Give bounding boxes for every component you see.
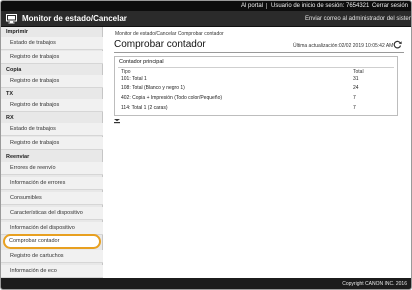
row-type: 101: Total 1: [121, 76, 147, 82]
row-type: 108: Total (Blanco y negro 1): [121, 85, 185, 91]
sidebar-item-device-info[interactable]: Información del dispositivo: [1, 222, 103, 235]
mail-admin-link[interactable]: Enviar correo al administrador del siste…: [305, 15, 411, 23]
user-id: 7654321: [346, 3, 370, 9]
sidebar-item-error-info[interactable]: Información de errores: [1, 177, 103, 190]
browser-frame: Al portal Usuario de inicio de sesión: 7…: [0, 0, 412, 290]
main-counter-panel: Contador principal Tipo Total 101: Total…: [114, 56, 398, 116]
sidebar-heading-copy: Copia: [6, 67, 22, 73]
logout-link[interactable]: Cerrar sesión: [372, 2, 408, 10]
sidebar-item-print-job-status[interactable]: Estado de trabajos: [1, 37, 103, 50]
top-bar: Al portal Usuario de inicio de sesión: 7…: [1, 1, 411, 11]
last-update-label: Última actualización:02/02 2019 10:05:42…: [293, 43, 394, 49]
sidebar: Imprimir Estado de trabajos Registro de …: [1, 27, 103, 278]
sidebar-item-eco-info[interactable]: Información de eco: [1, 265, 103, 278]
table-row: 101: Total 1 31: [118, 75, 394, 83]
user-label: Usuario de inicio de sesión:: [271, 3, 345, 9]
portal-link[interactable]: Al portal: [241, 2, 263, 10]
sidebar-item-rx-job-status[interactable]: Estado de trabajos: [1, 123, 103, 136]
sidebar-item-check-counter[interactable]: Comprobar contador: [3, 234, 101, 249]
back-to-top-icon[interactable]: [114, 119, 120, 124]
main-content: Monitor de estado/Cancelar Comprobar con…: [107, 27, 411, 278]
sidebar-item-forward-errors[interactable]: Errores de reenvío: [1, 162, 103, 175]
page-title: Comprobar contador: [114, 39, 206, 50]
sidebar-item-copy-job-log[interactable]: Registro de trabajos: [1, 75, 103, 88]
monitor-logo-icon: [6, 14, 17, 24]
sidebar-item-device-features[interactable]: Características del dispositivo: [1, 207, 103, 220]
footer: Copyright CANON INC. 2016: [1, 278, 411, 289]
copyright-text: Copyright CANON INC. 2016: [342, 281, 407, 287]
sidebar-heading-rx: RX: [6, 115, 14, 121]
table-row: 402: Copia + Impresión (Todo color/Peque…: [118, 94, 394, 102]
sidebar-heading-forward: Reenviar: [6, 154, 30, 160]
sidebar-item-consumables[interactable]: Consumibles: [1, 192, 103, 205]
row-total: 7: [353, 95, 356, 101]
sidebar-heading-print: Imprimir: [6, 29, 29, 35]
top-separator: [266, 3, 267, 9]
table-row: 108: Total (Blanco y negro 1) 24: [118, 84, 394, 92]
sidebar-heading-tx: TX: [6, 91, 14, 97]
sidebar-item-tx-job-log[interactable]: Registro de trabajos: [1, 99, 103, 112]
refresh-icon[interactable]: [393, 40, 402, 49]
title-divider: [114, 52, 404, 53]
app-title: Monitor de estado/Cancelar: [22, 14, 127, 23]
row-total: 24: [353, 85, 359, 91]
row-total: 7: [353, 105, 356, 111]
panel-title: Contador principal: [119, 59, 164, 65]
table-row: 114: Total 1 (2 caras) 7: [118, 104, 394, 112]
row-type: 402: Copia + Impresión (Todo color/Peque…: [121, 95, 223, 101]
row-total: 31: [353, 76, 359, 82]
panel-divider: [118, 67, 394, 68]
sidebar-item-cartridge-log[interactable]: Registro de cartuchos: [1, 250, 103, 263]
app-header: Monitor de estado/Cancelar Enviar correo…: [1, 11, 411, 27]
sidebar-item-print-job-log[interactable]: Registro de trabajos: [1, 51, 103, 64]
sidebar-item-rx-job-log[interactable]: Registro de trabajos: [1, 137, 103, 150]
breadcrumb[interactable]: Monitor de estado/Cancelar Comprobar con…: [115, 31, 224, 37]
row-type: 114: Total 1 (2 caras): [121, 105, 168, 111]
